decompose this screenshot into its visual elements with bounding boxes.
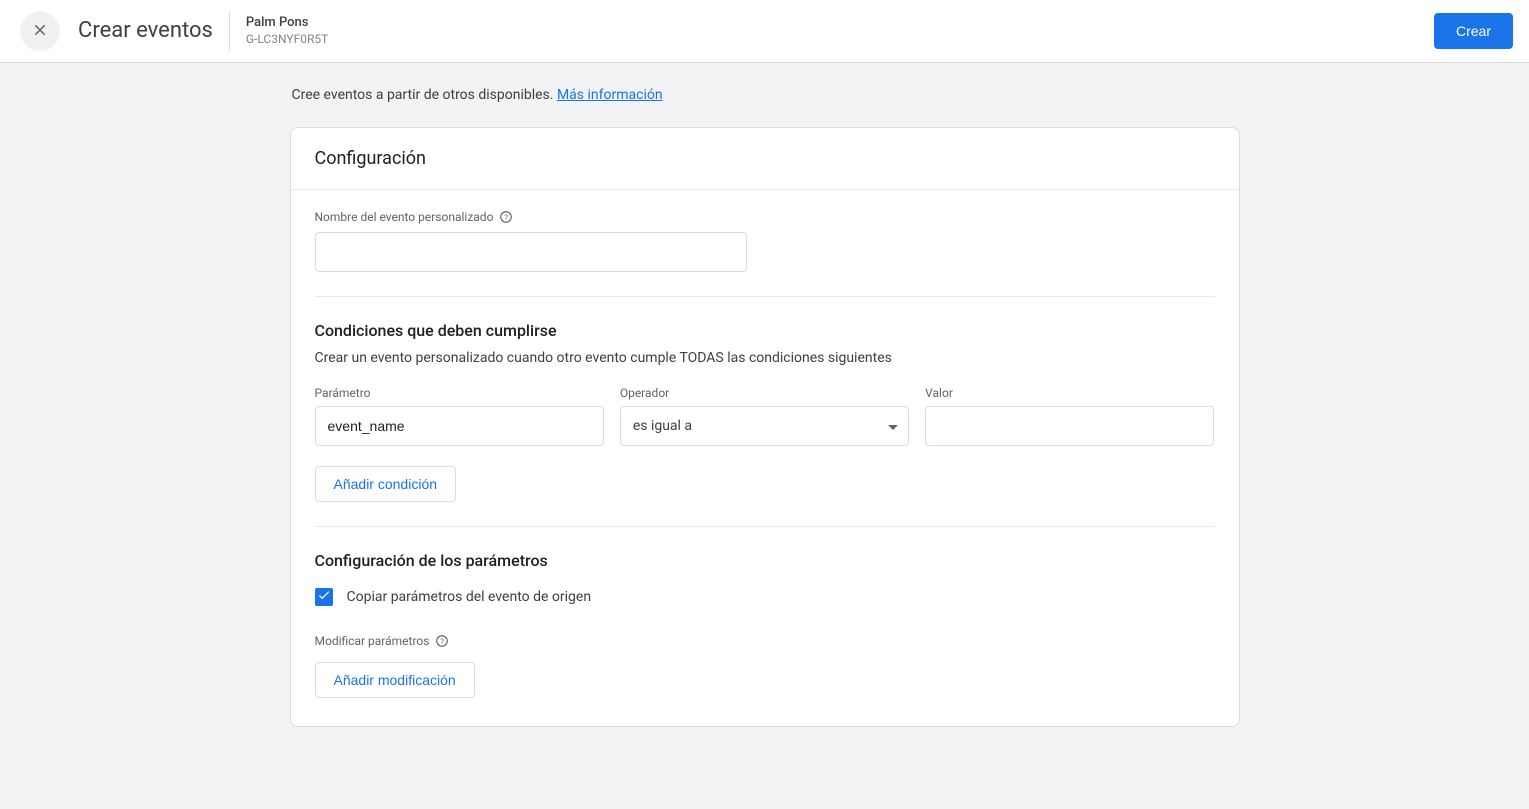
intro-body: Cree eventos a partir de otros disponibl… xyxy=(292,87,554,103)
header-bar: Crear eventos Palm Pons G-LC3NYF0R5T Cre… xyxy=(0,0,1529,63)
copy-params-row: Copiar parámetros del evento de origen xyxy=(315,588,1215,606)
operator-label: Operador xyxy=(620,386,909,400)
card-title: Configuración xyxy=(315,148,1215,169)
close-icon xyxy=(31,21,49,42)
value-input[interactable] xyxy=(925,406,1214,446)
param-column: Parámetro xyxy=(315,386,604,446)
help-icon[interactable]: ? xyxy=(435,634,449,648)
card-header: Configuración xyxy=(291,128,1239,190)
create-button[interactable]: Crear xyxy=(1434,13,1513,49)
svg-text:?: ? xyxy=(505,213,509,222)
params-title: Configuración de los parámetros xyxy=(315,551,1215,570)
check-icon xyxy=(317,588,331,606)
config-card: Configuración Nombre del evento personal… xyxy=(290,127,1240,727)
condition-row: Parámetro Operador es igual a Valor xyxy=(315,386,1215,446)
chevron-down-icon xyxy=(888,418,898,434)
intro-text: Cree eventos a partir de otros disponibl… xyxy=(292,87,1240,103)
value-label: Valor xyxy=(925,386,1214,400)
card-body: Nombre del evento personalizado ? Condic… xyxy=(291,190,1239,726)
copy-params-checkbox[interactable] xyxy=(315,588,333,606)
divider xyxy=(315,526,1215,527)
conditions-desc: Crear un evento personalizado cuando otr… xyxy=(315,350,1215,366)
operator-select[interactable]: es igual a xyxy=(620,406,909,446)
page-title: Crear eventos xyxy=(78,11,230,51)
modify-params-label-row: Modificar parámetros ? xyxy=(315,634,1215,648)
modify-params-label: Modificar parámetros xyxy=(315,634,430,648)
page-content: Cree eventos a partir de otros disponibl… xyxy=(290,63,1240,767)
operator-column: Operador es igual a xyxy=(620,386,909,446)
event-name-input[interactable] xyxy=(315,232,747,272)
copy-params-label: Copiar parámetros del evento de origen xyxy=(347,589,592,605)
event-name-label-row: Nombre del evento personalizado ? xyxy=(315,210,1215,224)
svg-text:?: ? xyxy=(441,637,445,646)
param-label: Parámetro xyxy=(315,386,604,400)
event-name-label: Nombre del evento personalizado xyxy=(315,210,494,224)
property-id: G-LC3NYF0R5T xyxy=(246,32,328,48)
value-column: Valor xyxy=(925,386,1214,446)
divider xyxy=(315,296,1215,297)
operator-value: es igual a xyxy=(633,418,692,434)
property-info: Palm Pons G-LC3NYF0R5T xyxy=(230,15,328,47)
add-modification-button[interactable]: Añadir modificación xyxy=(315,662,475,698)
add-condition-button[interactable]: Añadir condición xyxy=(315,466,457,502)
property-name: Palm Pons xyxy=(246,15,328,32)
help-icon[interactable]: ? xyxy=(499,210,513,224)
learn-more-link[interactable]: Más información xyxy=(557,87,663,103)
conditions-title: Condiciones que deben cumplirse xyxy=(315,321,1215,340)
param-input[interactable] xyxy=(315,406,604,446)
close-button[interactable] xyxy=(20,11,60,51)
